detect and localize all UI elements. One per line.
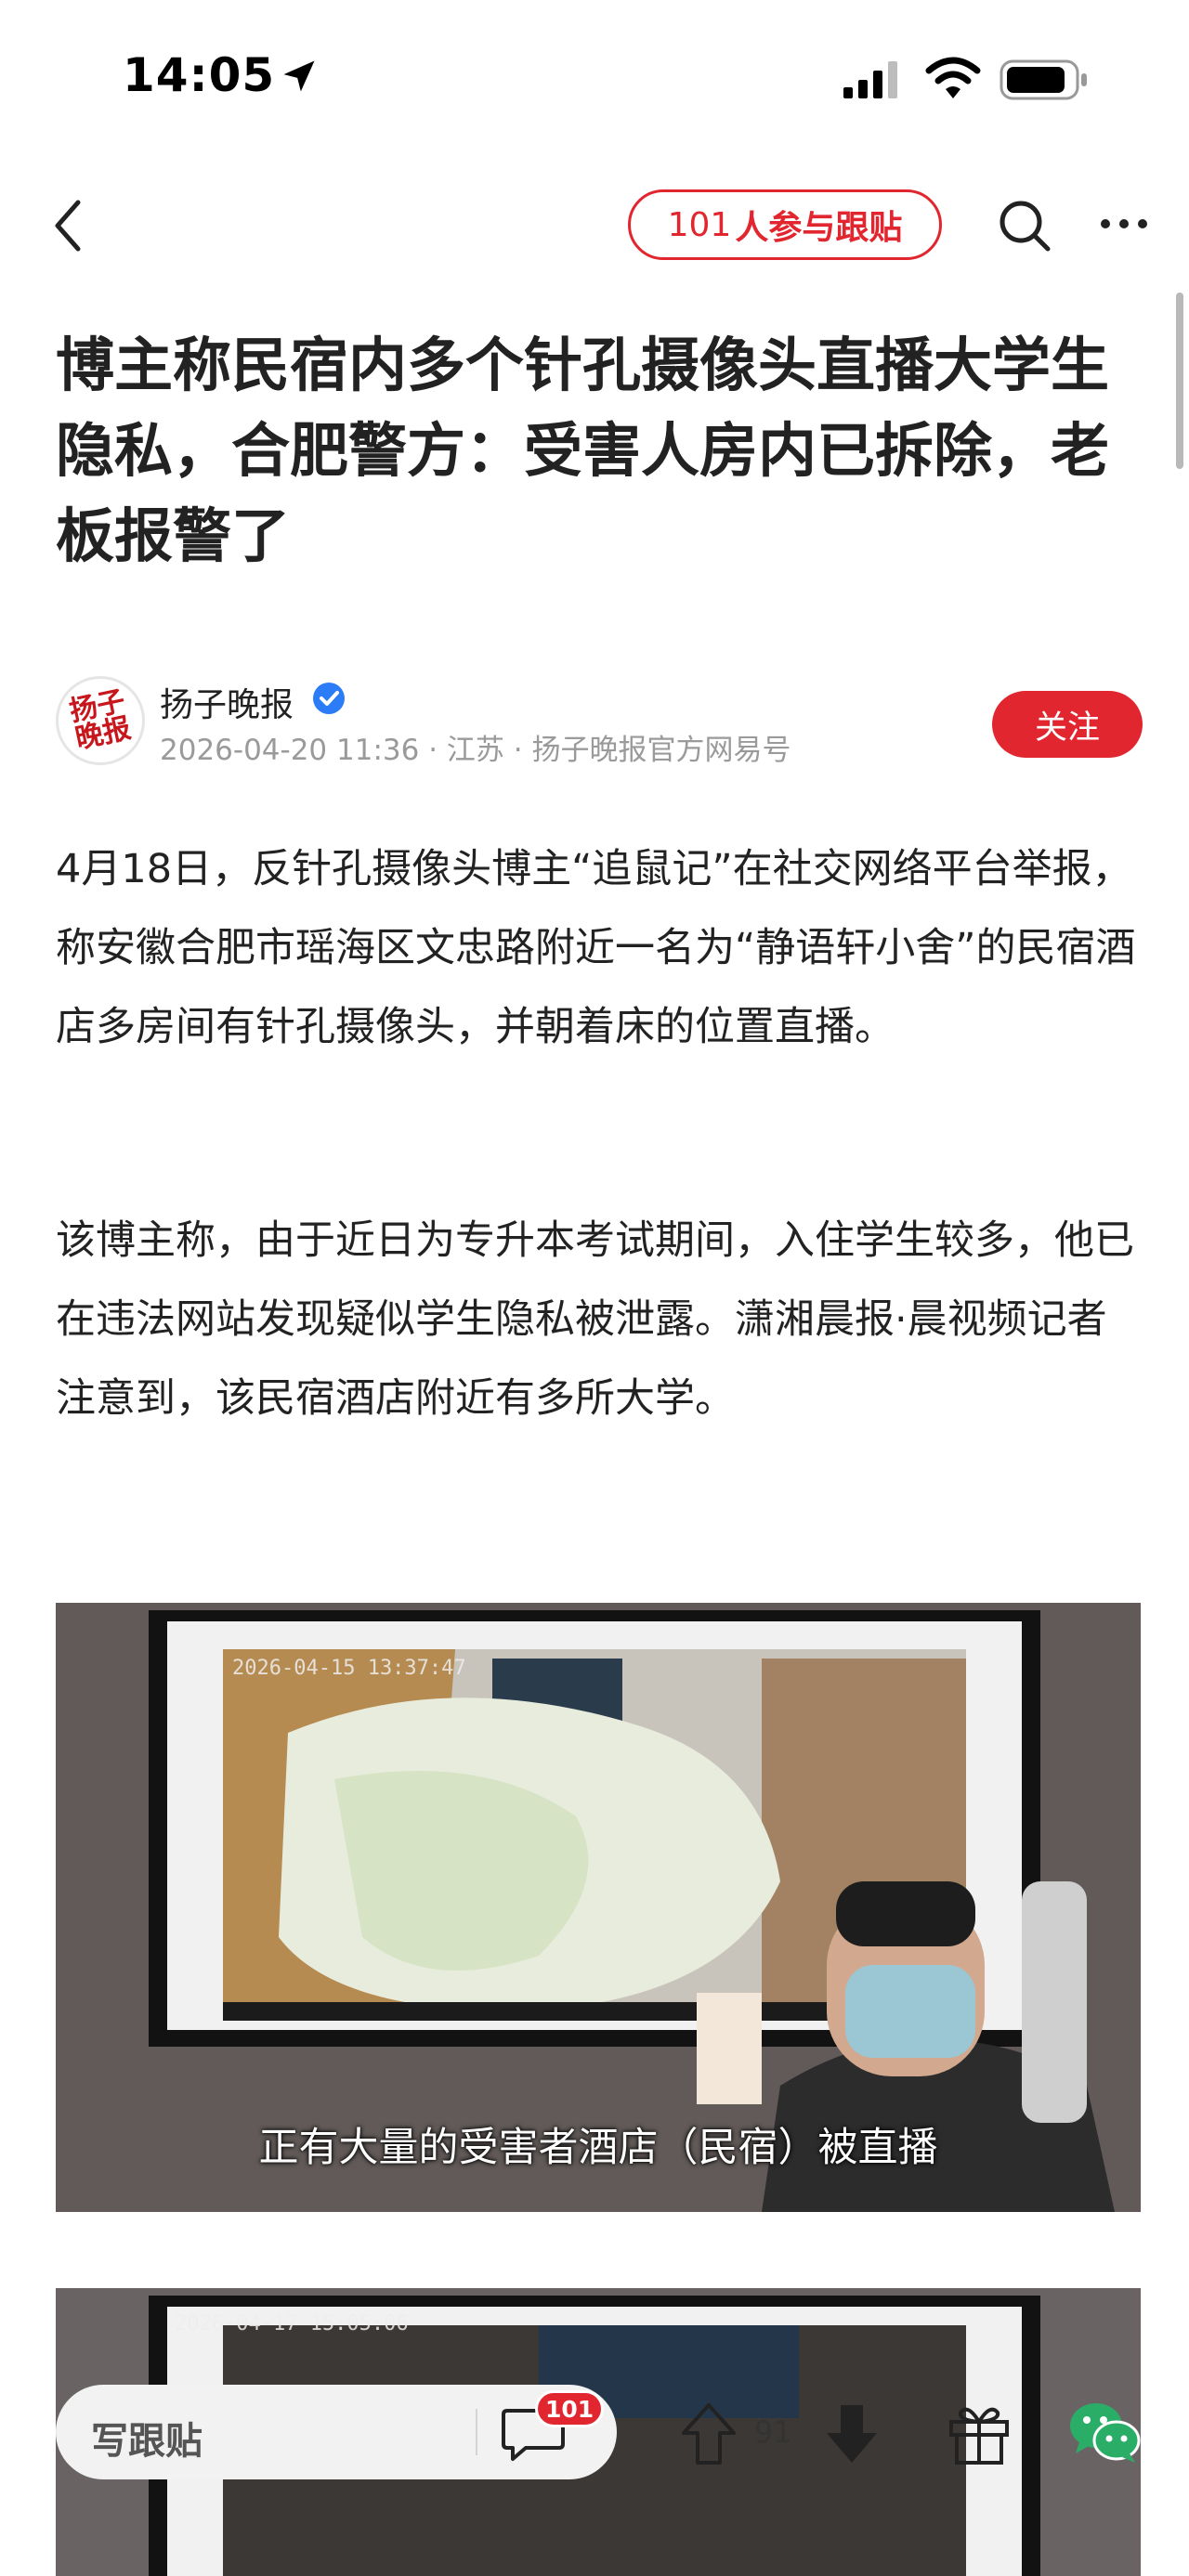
status-time: 14:05 — [123, 48, 276, 102]
author-row: 扬子晚报 扬子晚报 2026-04-20 11:36 · 江苏 · 扬子晚报官方… — [56, 669, 1143, 780]
article-image[interactable]: 2026-04-15 13:37:47 正有大量的受害者酒店（民宿）被直播 — [56, 1603, 1141, 2212]
participants-label: 人参与跟贴 — [735, 209, 903, 247]
verified-badge-icon — [313, 683, 345, 714]
image-caption: 正有大量的受害者酒店（民宿）被直播 — [258, 2125, 938, 2171]
downvote-icon[interactable] — [821, 2401, 882, 2466]
wechat-share-icon[interactable] — [1066, 2400, 1141, 2465]
article-paragraph: 4月18日，反针孔摄像头博主“追鼠记”在社交网络平台举报，称安徽合肥市瑶海区文忠… — [56, 846, 1136, 1050]
scrollbar-thumb[interactable] — [1176, 293, 1183, 469]
author-avatar[interactable]: 扬子晚报 — [56, 676, 145, 765]
status-bar: 14:05 — [0, 0, 1189, 158]
video-timestamp: 2026-04-15 13:37:47 — [232, 1657, 466, 1680]
avatar-logo-text: 扬子晚报 — [66, 684, 134, 756]
gift-icon[interactable] — [946, 2400, 1013, 2466]
location-arrow-icon — [283, 60, 315, 92]
comment-participants-button[interactable]: 101 人参与跟贴 — [628, 189, 942, 260]
video-timestamp: 2026-04-17 15:05:06 — [175, 2312, 409, 2335]
author-name[interactable]: 扬子晚报 — [160, 678, 294, 726]
cellular-signal-icon — [843, 61, 897, 98]
article-paragraph: 该博主称，由于近日为专升本考试期间，入住学生较多，他已在违法网站发现疑似学生隐私… — [56, 1217, 1134, 1422]
more-options-icon[interactable] — [1096, 210, 1152, 238]
vote-count: 91 — [754, 2414, 792, 2450]
upvote-icon[interactable] — [678, 2400, 739, 2468]
comment-count-badge: 101 — [535, 2390, 605, 2427]
participants-count: 101 — [667, 205, 732, 244]
wifi-icon — [925, 57, 981, 98]
comment-placeholder: 写跟贴 — [91, 2420, 203, 2463]
article-meta: 2026-04-20 11:36 · 江苏 · 扬子晚报官方网易号 — [160, 734, 791, 767]
back-icon[interactable] — [46, 195, 93, 256]
article-title: 博主称民宿内多个针孔摄像头直播大学生隐私，合肥警方：受害人房内已拆除，老板报警了 — [56, 332, 1109, 570]
follow-button[interactable]: 关注 — [992, 691, 1143, 758]
comment-input[interactable]: 写跟贴 — [56, 2385, 617, 2479]
search-icon[interactable] — [996, 197, 1053, 254]
battery-icon — [1000, 59, 1087, 100]
comment-divider — [476, 2409, 477, 2455]
